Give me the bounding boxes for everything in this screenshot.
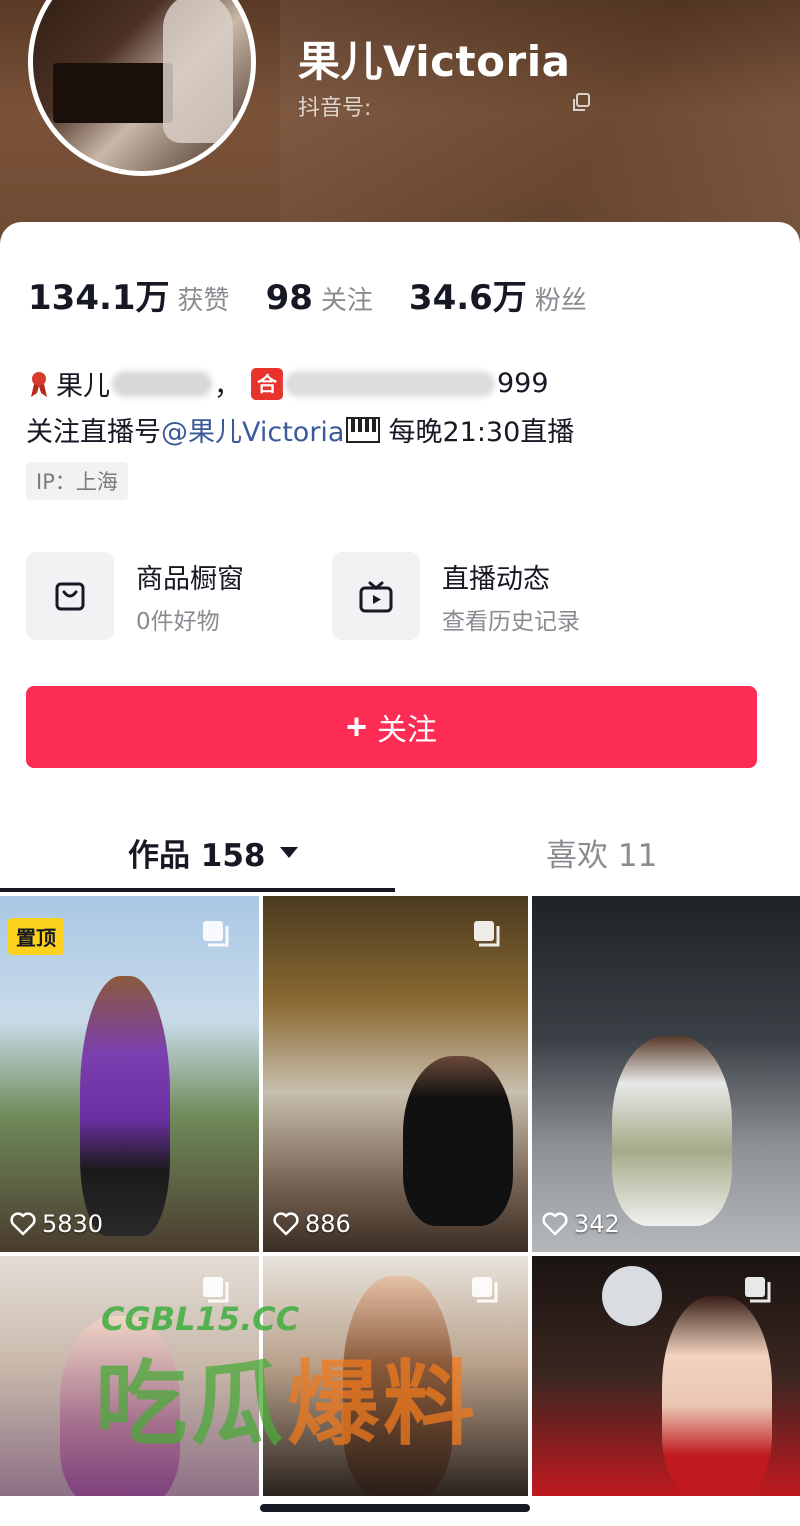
tab-works-label: 作品 158 xyxy=(128,838,266,874)
video-tile[interactable]: 342 xyxy=(532,896,800,1252)
redacted-text xyxy=(285,370,495,397)
bio-comma: ， xyxy=(214,371,241,402)
multi-image-icon xyxy=(474,921,500,947)
video-subject xyxy=(343,1276,453,1496)
entry-subtitle: 查看历史记录 xyxy=(442,608,580,635)
shopping-bag-icon xyxy=(26,552,114,640)
like-count: 886 xyxy=(273,1210,351,1238)
douyin-id: 抖音号: xyxy=(298,90,371,122)
home-indicator[interactable] xyxy=(260,1504,530,1512)
video-tile[interactable]: 置顶 5830 xyxy=(0,896,259,1252)
content-tabs: 作品 158 喜欢 11 xyxy=(0,822,800,892)
like-count-value: 342 xyxy=(574,1210,620,1238)
douyin-id-label: 抖音号: xyxy=(298,96,372,121)
entry-title: 商品橱窗 xyxy=(136,563,244,595)
like-count: 342 xyxy=(542,1210,620,1238)
stat-value: 134.1万 xyxy=(28,278,170,318)
caret-down-icon[interactable] xyxy=(279,847,298,858)
piano-icon xyxy=(346,416,381,443)
like-count-value: 886 xyxy=(305,1210,351,1238)
stat-likes[interactable]: 134.1万 获赞 xyxy=(28,270,230,319)
ip-location-tag: IP：上海 xyxy=(26,462,128,500)
stat-label: 粉丝 xyxy=(534,286,587,316)
stat-following[interactable]: 98 关注 xyxy=(266,278,373,318)
active-tab-indicator xyxy=(0,888,395,892)
bio-line-1: 果儿 ， 合 999 xyxy=(28,364,549,403)
profile-card: 134.1万 获赞 98 关注 34.6万 粉丝 果儿 ， 合 999 关注直播… xyxy=(0,222,800,902)
multi-image-icon xyxy=(745,1277,771,1303)
bio-text: 关注直播号 xyxy=(26,417,161,448)
video-tile[interactable] xyxy=(0,1256,259,1496)
shop-window-entry[interactable]: 商品橱窗 0件好物 xyxy=(26,552,244,640)
heart-icon xyxy=(542,1212,568,1236)
like-count-value: 5830 xyxy=(42,1210,104,1238)
heart-icon xyxy=(10,1212,36,1236)
pinned-badge: 置顶 xyxy=(8,918,64,955)
multi-image-icon xyxy=(472,1277,498,1303)
live-history-entry[interactable]: 直播动态 查看历史记录 xyxy=(332,552,580,640)
video-subject xyxy=(403,1056,513,1226)
ribbon-icon xyxy=(31,371,47,397)
entry-subtitle: 0件好物 xyxy=(136,608,220,635)
like-count: 5830 xyxy=(10,1210,103,1238)
stat-label: 关注 xyxy=(320,286,373,316)
avatar[interactable] xyxy=(28,0,256,176)
bio-line-2: 关注直播号 @果儿Victoria 每晚21:30直播 xyxy=(26,410,574,449)
follow-button[interactable]: + 关注 xyxy=(26,686,757,768)
contact-badge: 合 xyxy=(251,367,283,400)
video-subject xyxy=(602,1266,662,1326)
tab-works[interactable]: 作品 158 xyxy=(128,830,298,875)
entry-title: 直播动态 xyxy=(442,563,550,595)
video-tile[interactable]: 886 xyxy=(263,896,528,1252)
video-subject xyxy=(80,976,170,1236)
bio-live-time: 每晚21:30直播 xyxy=(388,417,575,448)
stat-value: 98 xyxy=(265,278,313,318)
video-tile[interactable] xyxy=(532,1256,800,1496)
stats-row: 134.1万 获赞 98 关注 34.6万 粉丝 xyxy=(28,270,623,319)
follow-button-label: 关注 xyxy=(377,714,438,747)
avatar-figure xyxy=(163,0,233,143)
video-grid: 置顶 5830 886 342 xyxy=(0,896,800,1496)
entry-text: 商品橱窗 0件好物 xyxy=(136,557,244,636)
avatar-piano xyxy=(53,63,173,123)
nickname: 果儿Victoria xyxy=(298,37,571,86)
profile-header: 果儿Victoria 抖音号: xyxy=(0,0,800,250)
stat-label: 获赞 xyxy=(177,286,230,316)
video-subject xyxy=(612,1036,732,1226)
video-subject xyxy=(60,1316,180,1496)
tab-likes[interactable]: 喜欢 11 xyxy=(546,830,657,875)
heart-icon xyxy=(273,1212,299,1236)
tv-icon xyxy=(332,552,420,640)
redacted-text xyxy=(112,370,212,397)
bio-number-suffix: 999 xyxy=(497,368,549,399)
copy-icon[interactable] xyxy=(570,92,592,114)
multi-image-icon xyxy=(203,921,229,947)
stat-followers[interactable]: 34.6万 粉丝 xyxy=(409,270,587,319)
entry-text: 直播动态 查看历史记录 xyxy=(442,557,580,636)
video-tile[interactable] xyxy=(263,1256,528,1496)
mention-link[interactable]: @果儿Victoria xyxy=(161,410,344,449)
video-subject xyxy=(662,1296,772,1496)
bio-name-prefix: 果儿 xyxy=(56,371,110,402)
multi-image-icon xyxy=(203,1277,229,1303)
plus-icon: + xyxy=(345,706,368,747)
stat-value: 34.6万 xyxy=(408,278,527,318)
